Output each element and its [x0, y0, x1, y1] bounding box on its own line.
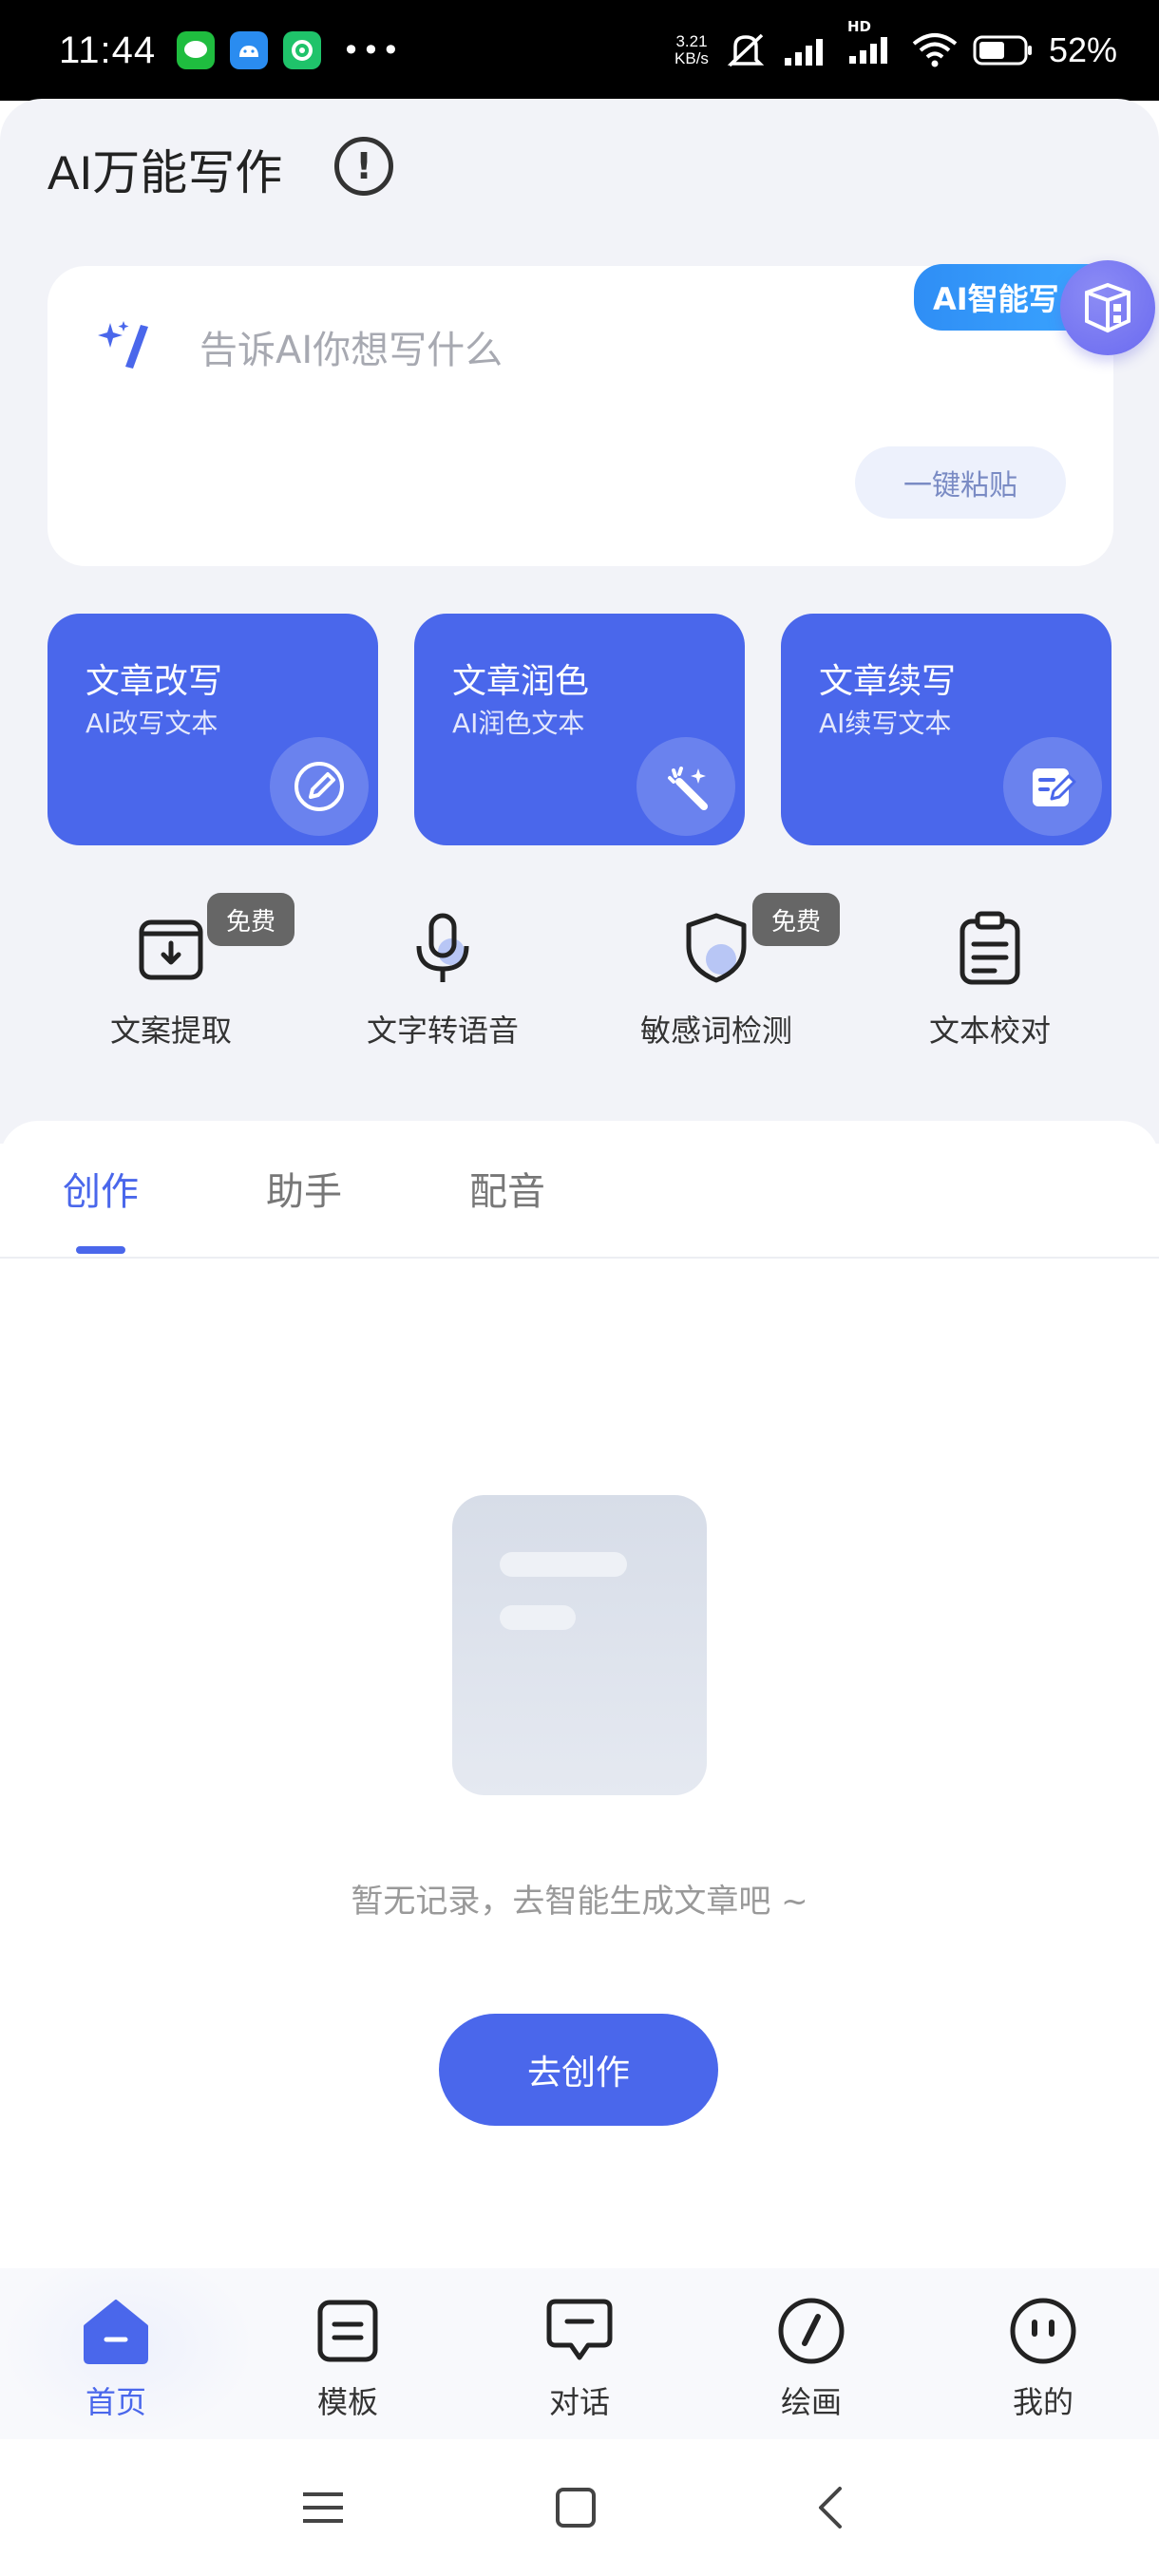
tab-create[interactable]: 创作	[63, 1161, 139, 1216]
status-time: 11:44	[59, 28, 157, 71]
menu-icon[interactable]	[294, 2479, 352, 2536]
empty-document-illustration	[452, 1495, 707, 1795]
feature-title: 文章续写	[819, 662, 957, 701]
paste-button[interactable]: 一键粘贴	[855, 446, 1066, 519]
more-notifications-icon: •••	[342, 32, 402, 68]
nav-label: 模板	[316, 2384, 378, 2420]
android-app-icon	[230, 31, 269, 69]
feature-card-continue[interactable]: 文章续写 AI续写文本	[781, 614, 1112, 845]
nav-item-profile[interactable]: 我的	[948, 2295, 1138, 2422]
battery-icon	[973, 35, 1032, 66]
template-icon	[312, 2295, 384, 2367]
nav-item-templates[interactable]: 模板	[253, 2295, 443, 2422]
nav-label: 我的	[1012, 2384, 1074, 2420]
feature-card-rewrite[interactable]: 文章改写 AI改写文本	[48, 614, 378, 845]
tool-label: 文本校对	[928, 1013, 1051, 1049]
nav-item-chat[interactable]: 对话	[484, 2295, 674, 2422]
message-app-icon	[177, 31, 216, 69]
nav-label: 绘画	[780, 2384, 842, 2420]
page-title: AI万能写作	[48, 146, 283, 199]
feature-subtitle: AI改写文本	[86, 708, 218, 739]
sparkle-pen-icon	[98, 321, 148, 369]
tool-label: 敏感词检测	[639, 1013, 792, 1049]
signal-hd-icon: HD	[847, 18, 897, 69]
green-app-icon	[283, 31, 322, 69]
tab-divider	[0, 1257, 1159, 1259]
tab-assistant[interactable]: 助手	[266, 1161, 342, 1216]
magic-wand-icon	[636, 737, 735, 836]
nav-label: 首页	[85, 2384, 146, 2420]
tool-label: 文字转语音	[366, 1013, 519, 1049]
feature-subtitle: AI续写文本	[819, 708, 952, 739]
mute-icon	[727, 33, 765, 67]
tool-label: 文案提取	[109, 1013, 232, 1049]
note-edit-icon	[1003, 737, 1102, 836]
go-create-button[interactable]: 去创作	[439, 2014, 718, 2126]
back-icon[interactable]	[802, 2479, 859, 2536]
wifi-icon	[912, 33, 958, 67]
info-icon[interactable]: !	[334, 137, 393, 196]
tab-dubbing[interactable]: 配音	[469, 1161, 545, 1216]
feature-subtitle: AI润色文本	[452, 708, 585, 739]
pencil-edit-icon	[270, 737, 369, 836]
tool-text-to-speech[interactable]: 文字转语音	[329, 910, 557, 1051]
shield-icon	[678, 910, 754, 986]
notification-icons: •••	[177, 31, 402, 69]
free-badge: 免费	[207, 893, 294, 946]
home-icon	[80, 2295, 152, 2367]
feature-title: 文章改写	[86, 662, 223, 701]
download-box-icon	[133, 910, 209, 986]
nav-label: 对话	[548, 2384, 610, 2420]
ai-float-button[interactable]	[1060, 260, 1155, 355]
nav-item-home[interactable]: 首页	[21, 2295, 211, 2422]
paint-icon	[775, 2295, 847, 2367]
nav-item-paint[interactable]: 绘画	[716, 2295, 906, 2422]
feature-title: 文章润色	[452, 662, 590, 701]
status-bar: 11:44 ••• 3.21 KB/s HD 52%	[0, 0, 1159, 101]
empty-state-message: 暂无记录，去智能生成文章吧 ~	[351, 1883, 808, 1921]
profile-icon	[1007, 2295, 1079, 2367]
clipboard-icon	[952, 910, 1028, 986]
cube-icon	[1085, 282, 1130, 333]
feature-card-polish[interactable]: 文章润色 AI润色文本	[414, 614, 745, 845]
free-badge: 免费	[752, 893, 840, 946]
tab-indicator	[76, 1246, 125, 1254]
tool-proofreading[interactable]: 文本校对	[876, 910, 1104, 1051]
battery-percent: 52%	[1048, 30, 1117, 69]
network-speed: 3.21 KB/s	[674, 32, 709, 67]
chat-icon	[543, 2295, 616, 2367]
microphone-icon	[405, 910, 481, 986]
prompt-placeholder[interactable]: 告诉AI你想写什么	[200, 319, 503, 374]
signal-icon	[784, 39, 823, 66]
home-square-icon[interactable]	[547, 2479, 604, 2536]
